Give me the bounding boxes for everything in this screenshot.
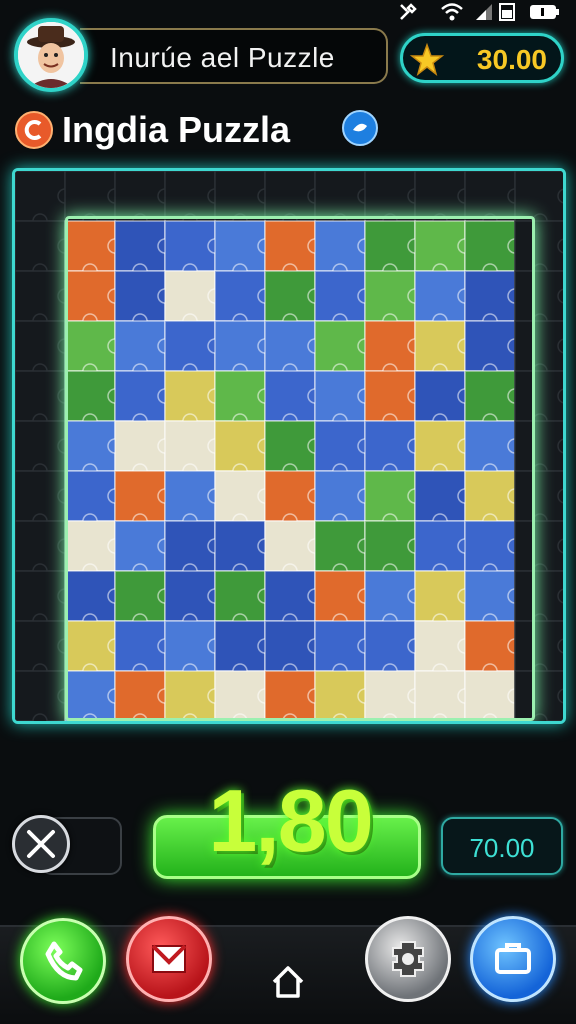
title-bar: Inurúe ael Puzzle (80, 28, 388, 84)
score-box: 70.00 (441, 817, 563, 875)
gold-star-icon (409, 42, 445, 83)
briefcase-icon (495, 943, 531, 974)
puzzle-board[interactable] (12, 168, 566, 724)
battery-icon (528, 2, 560, 27)
signal-icon (474, 2, 494, 27)
cowboy-avatar-icon (18, 22, 84, 88)
coin-value: 30.00 (476, 44, 547, 75)
wifi-icon (440, 2, 464, 27)
home-icon[interactable] (268, 962, 308, 1007)
coin-balance[interactable]: 30.00 (400, 33, 564, 83)
puzzle-piece-knob (532, 713, 548, 721)
phone-button[interactable] (20, 918, 106, 1004)
board-frame (65, 216, 535, 721)
avatar[interactable] (14, 18, 88, 92)
orange-swirl-icon (14, 110, 54, 155)
tools-icon (398, 2, 418, 27)
puzzle-piece-knob (32, 713, 48, 721)
mail-button[interactable] (126, 916, 212, 1002)
briefcase-button[interactable] (470, 916, 556, 1002)
app-title: Inurúe ael Puzzle (110, 42, 335, 73)
mail-icon (151, 944, 187, 973)
timer-value: 1,80 (208, 771, 373, 870)
battery-small-icon (498, 2, 516, 27)
settings-button[interactable] (365, 916, 451, 1002)
blue-info-icon[interactable] (340, 108, 380, 153)
status-bar (0, 0, 576, 26)
puzzle-gear-icon (392, 941, 424, 977)
phone-icon (45, 941, 83, 981)
score-value: 70.00 (469, 833, 535, 863)
game-title: Ingdia Puzzla (62, 109, 291, 150)
close-icon (27, 830, 55, 858)
close-button[interactable] (12, 815, 70, 873)
